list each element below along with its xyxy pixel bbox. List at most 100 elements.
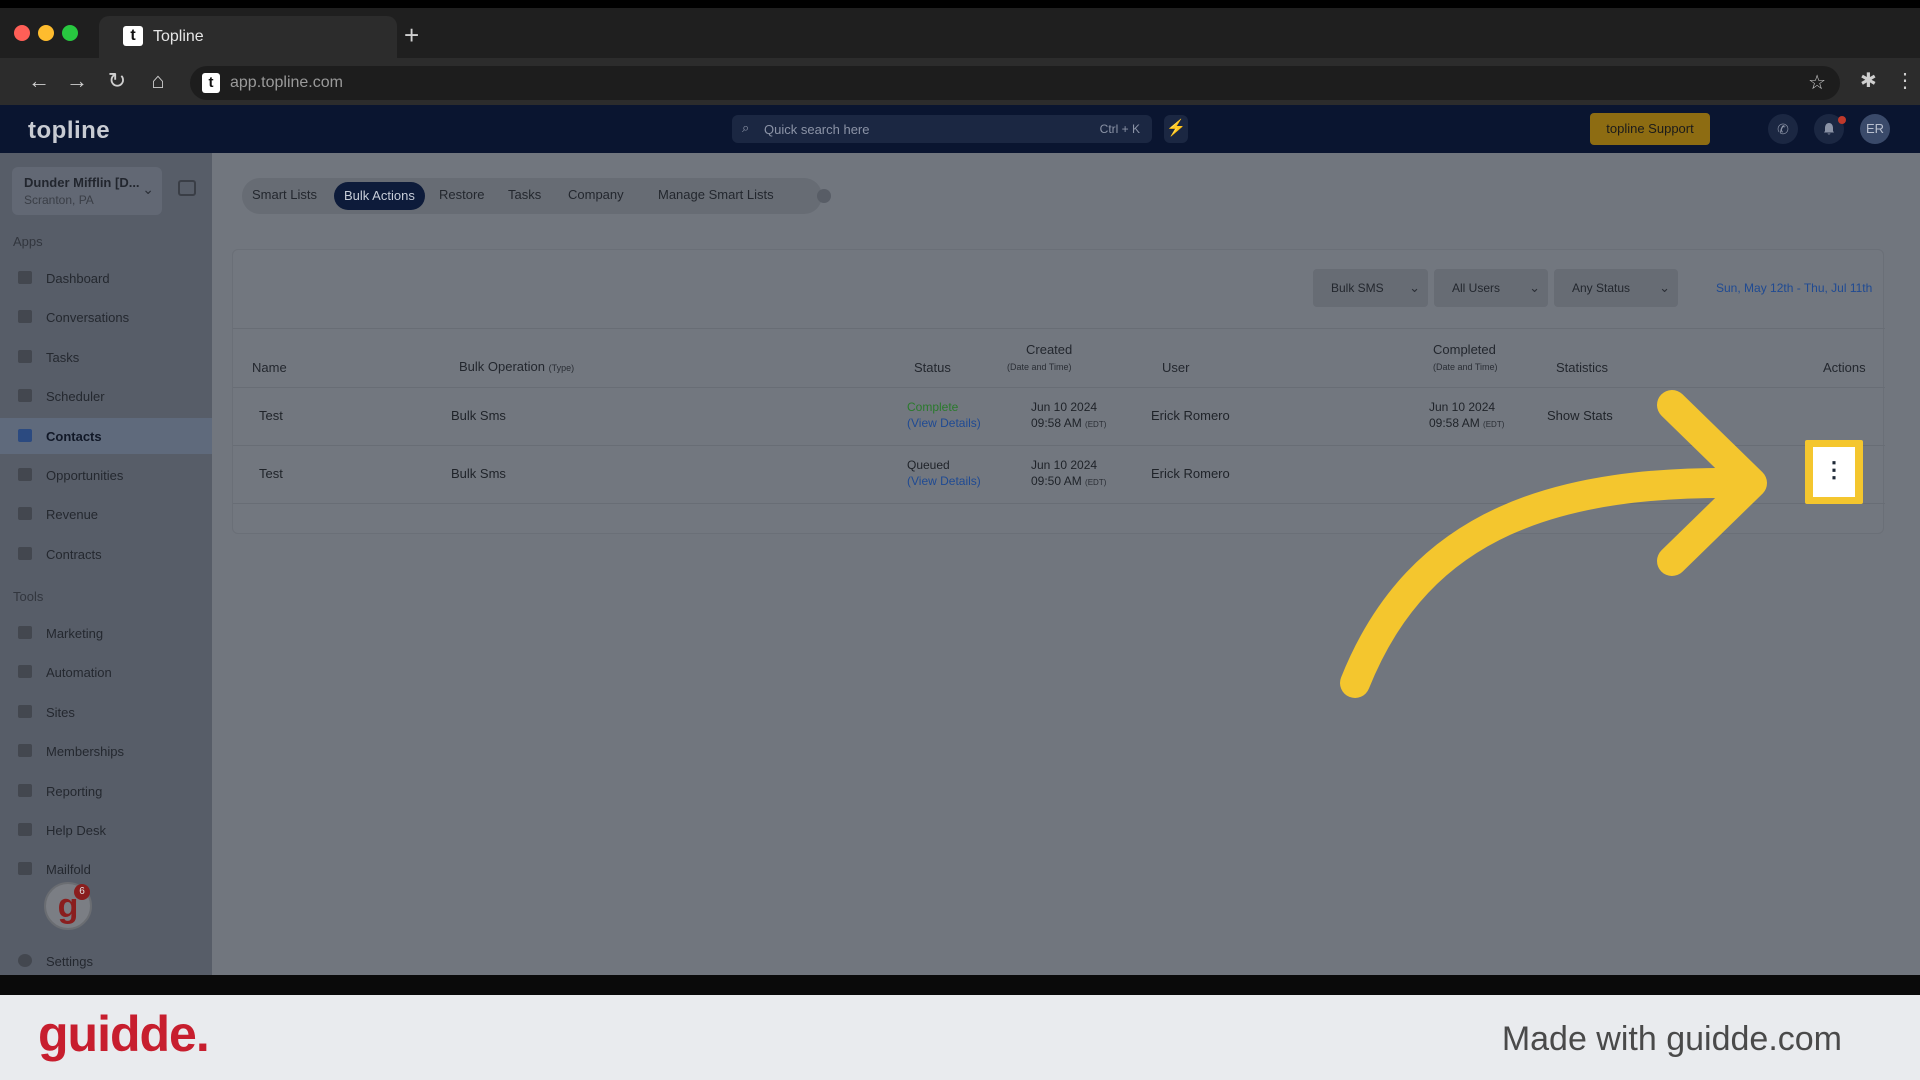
table-row[interactable]: Test Bulk Sms Queued (View Details) Jun … — [233, 445, 1885, 503]
help-desk-icon — [18, 823, 32, 836]
sidebar-item-label: Help Desk — [46, 823, 106, 838]
sidebar-item-memberships[interactable]: Memberships — [0, 733, 212, 769]
topline-logo[interactable]: topline — [28, 117, 110, 145]
address-bar[interactable]: t app.topline.com ☆ — [190, 66, 1840, 100]
type-filter-value: Bulk SMS — [1331, 281, 1384, 295]
created-time: 09:50 AM (EDT) — [1031, 474, 1106, 488]
phone-icon[interactable]: ✆ — [1768, 114, 1798, 144]
tab-company[interactable]: Company — [568, 187, 624, 202]
view-details-link[interactable]: (View Details) — [907, 474, 981, 488]
screenshot-frame: t Topline + ← → ↻ ⌂ t app.topline.com ☆ … — [0, 0, 1920, 1080]
sidebar-item-reporting[interactable]: Reporting — [0, 773, 212, 809]
tab-manage-smart-lists[interactable]: Manage Smart Lists — [658, 187, 774, 202]
browser-tab[interactable]: t Topline — [99, 16, 397, 58]
marketing-icon — [18, 626, 32, 639]
account-switcher[interactable]: Dunder Mifflin [D... Scranton, PA ⌄ — [12, 167, 162, 215]
tab-restore[interactable]: Restore — [439, 187, 485, 202]
main-content: Smart Lists Bulk Actions Restore Tasks C… — [212, 153, 1920, 975]
support-button[interactable]: topline Support — [1590, 113, 1710, 145]
sidebar-item-scheduler[interactable]: Scheduler — [0, 378, 212, 414]
scheduler-icon — [18, 389, 32, 403]
reload-icon[interactable]: ↻ — [102, 66, 132, 96]
browser-menu-icon[interactable]: ⋮ — [1895, 66, 1915, 96]
minimize-window-button[interactable] — [38, 25, 54, 41]
maximize-window-button[interactable] — [62, 25, 78, 41]
header-operation-label: Bulk Operation — [459, 359, 545, 374]
bottom-bar — [0, 975, 1920, 995]
sidebar-item-mailfold[interactable]: Mailfold — [0, 851, 212, 887]
status-filter-value: Any Status — [1572, 281, 1631, 295]
header-operation-sub: (Type) — [548, 363, 575, 373]
quick-search-input[interactable]: ⌕ Quick search here Ctrl + K — [732, 115, 1152, 143]
opportunities-icon — [18, 468, 32, 481]
header-user: User — [1162, 360, 1190, 375]
sidebar-item-label: Mailfold — [46, 862, 91, 878]
header-name: Name — [252, 360, 287, 375]
guidde-logo: guidde. — [38, 1006, 210, 1062]
table-row[interactable]: Test Bulk Sms Complete (View Details) Ju… — [233, 387, 1885, 445]
tools-section-label: Tools — [13, 589, 44, 604]
tab-smart-lists[interactable]: Smart Lists — [252, 187, 317, 202]
sidebar-item-label: Contacts — [46, 428, 102, 444]
tab-bulk-actions[interactable]: Bulk Actions — [334, 182, 425, 210]
account-name: Dunder Mifflin [D... — [24, 175, 140, 190]
url-text[interactable]: app.topline.com — [230, 74, 343, 92]
sidebar-item-label: Scheduler — [46, 389, 105, 405]
chevron-down-icon: ⌄ — [142, 181, 154, 197]
sidebar-item-sites[interactable]: Sites — [0, 694, 212, 730]
sidebar-item-dashboard[interactable]: Dashboard — [0, 260, 212, 296]
completed-time: 09:58 AM (EDT) — [1429, 416, 1504, 430]
gear-icon[interactable] — [817, 189, 831, 203]
header-operation: Bulk Operation (Type) — [459, 359, 574, 374]
sidebar-item-tasks[interactable]: Tasks — [0, 339, 212, 375]
header-actions: Actions — [1823, 360, 1866, 375]
date-range-picker[interactable]: Sun, May 12th - Thu, Jul 11th — [1716, 281, 1872, 295]
completed-date: Jun 10 2024 — [1429, 400, 1496, 414]
show-stats-link[interactable]: Show Stats — [1547, 408, 1613, 423]
row-user: Erick Romero — [1151, 408, 1230, 423]
lightning-icon[interactable]: ⚡ — [1164, 115, 1188, 143]
sidebar-item-label: Marketing — [46, 626, 104, 641]
guidde-count-badge: 6 — [74, 884, 90, 900]
contacts-icon — [18, 428, 32, 442]
sidebar-item-revenue[interactable]: Revenue — [0, 496, 212, 532]
sidebar-item-label: Dashboard — [46, 271, 110, 286]
view-details-link[interactable]: (View Details) — [907, 416, 981, 430]
row-user: Erick Romero — [1151, 466, 1230, 481]
chrome-top-strip — [0, 0, 1920, 8]
bookmark-star-icon[interactable]: ☆ — [1808, 70, 1826, 95]
row-actions-menu-icon[interactable]: ⋮ — [1813, 447, 1855, 497]
created-tz: (EDT) — [1085, 420, 1107, 429]
user-avatar[interactable]: ER — [1860, 114, 1890, 144]
sidebar-item-marketing[interactable]: Marketing — [0, 615, 212, 651]
sidebar-item-conversations[interactable]: Conversations — [0, 299, 212, 335]
mailfold-icon — [18, 862, 32, 876]
guidde-footer: guidde. Made with guidde.com — [0, 995, 1920, 1080]
row-name: Test — [259, 466, 283, 481]
search-shortcut: Ctrl + K — [1099, 122, 1140, 136]
sidebar-item-settings[interactable]: Settings — [0, 943, 212, 979]
tab-tasks[interactable]: Tasks — [508, 187, 541, 202]
status-filter-select[interactable]: Any Status ⌄ — [1554, 269, 1678, 307]
users-filter-select[interactable]: All Users ⌄ — [1434, 269, 1548, 307]
sidebar-item-contracts[interactable]: Contracts — [0, 536, 212, 572]
back-icon[interactable]: ← — [24, 66, 54, 96]
sidebar: Dunder Mifflin [D... Scranton, PA ⌄ Apps… — [0, 153, 212, 975]
sidebar-item-label: Automation — [46, 665, 112, 681]
sidebar-item-help-desk[interactable]: Help Desk — [0, 812, 212, 848]
collapse-sidebar-icon[interactable] — [178, 180, 196, 196]
sidebar-item-contacts[interactable]: Contacts — [0, 417, 212, 454]
type-filter-select[interactable]: Bulk SMS ⌄ — [1313, 269, 1428, 307]
sidebar-item-opportunities[interactable]: Opportunities — [0, 457, 212, 493]
forward-icon[interactable]: → — [62, 66, 92, 96]
new-tab-button[interactable]: + — [404, 22, 419, 48]
home-icon[interactable]: ⌂ — [143, 66, 173, 96]
close-window-button[interactable] — [14, 25, 30, 41]
created-time: 09:58 AM (EDT) — [1031, 416, 1106, 430]
table-footer — [233, 503, 1885, 533]
extensions-icon[interactable]: ✱ — [1860, 66, 1877, 96]
row-operation: Bulk Sms — [451, 408, 506, 423]
sidebar-item-label: Tasks — [46, 349, 80, 365]
settings-icon — [18, 954, 32, 967]
sidebar-item-automation[interactable]: Automation — [0, 654, 212, 690]
